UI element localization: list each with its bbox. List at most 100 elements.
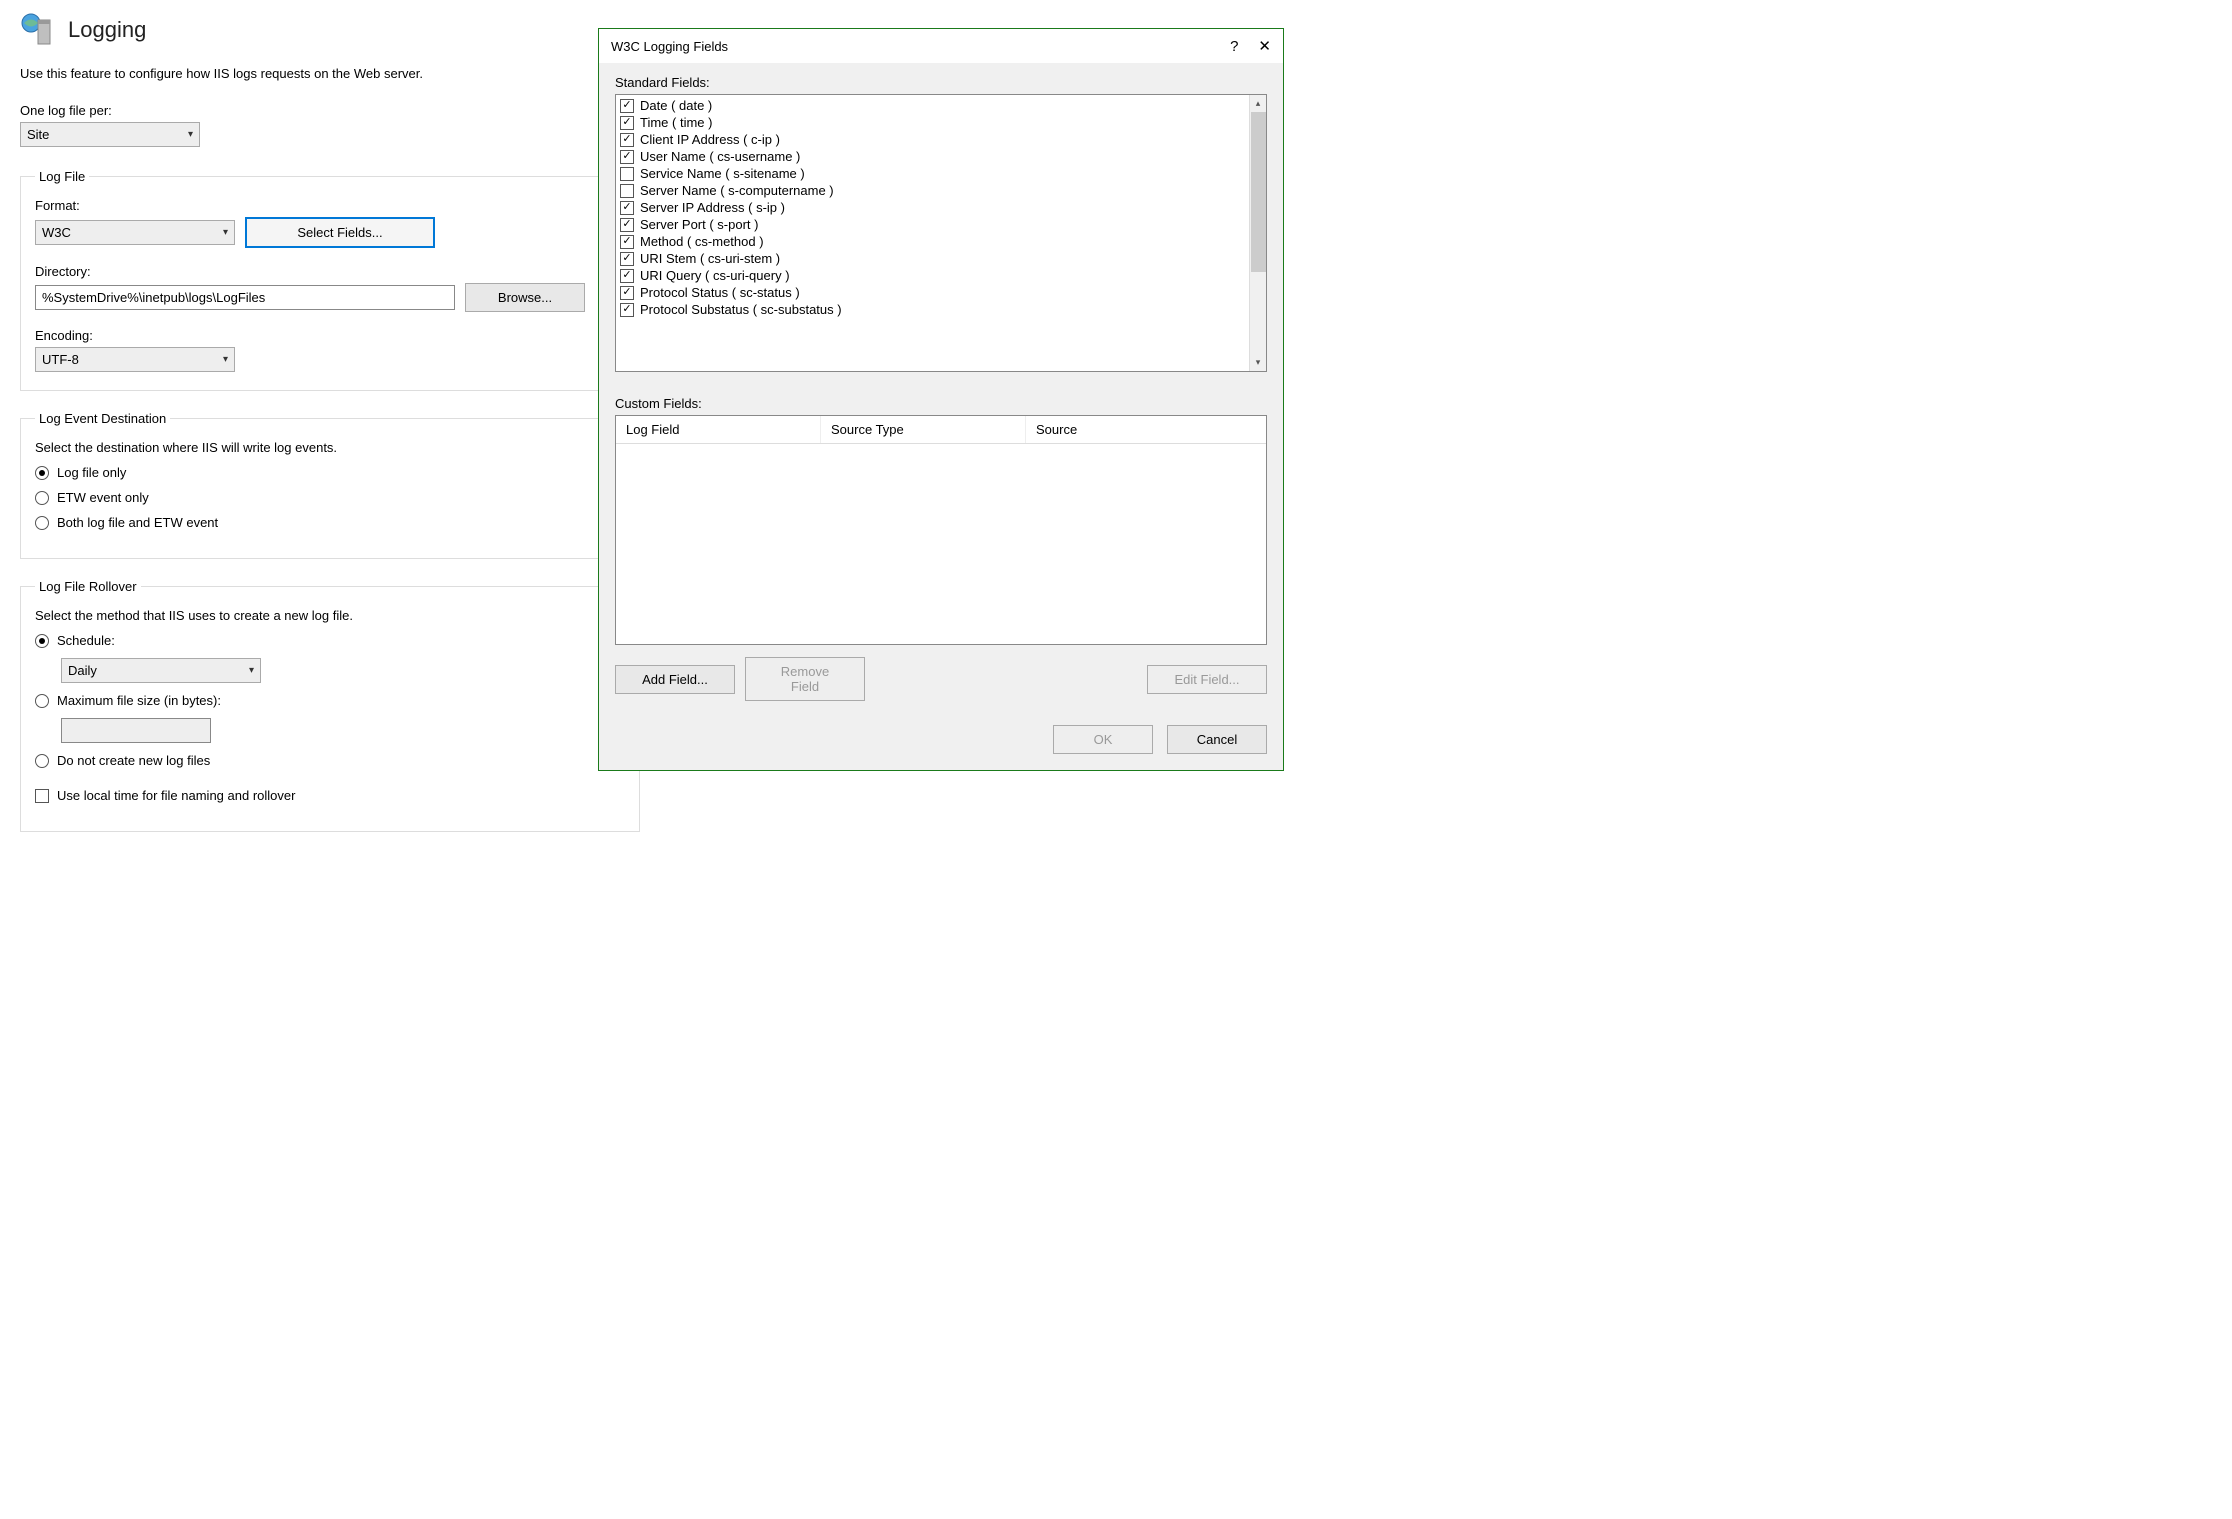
column-source[interactable]: Source bbox=[1026, 416, 1266, 443]
close-button[interactable]: ✕ bbox=[1258, 37, 1271, 55]
w3c-logging-fields-dialog: W3C Logging Fields ? ✕ Standard Fields: … bbox=[598, 28, 1284, 771]
field-label: URI Stem ( cs-uri-stem ) bbox=[640, 251, 780, 266]
radio-log-file-only-label: Log file only bbox=[57, 465, 126, 480]
field-checkbox[interactable] bbox=[620, 303, 634, 317]
radio-max-size[interactable] bbox=[35, 694, 49, 708]
radio-schedule-label: Schedule: bbox=[57, 633, 115, 648]
log-file-rollover-legend: Log File Rollover bbox=[35, 579, 141, 594]
column-log-field[interactable]: Log Field bbox=[616, 416, 821, 443]
chevron-down-icon: ▾ bbox=[223, 354, 228, 365]
standard-field-row[interactable]: URI Stem ( cs-uri-stem ) bbox=[620, 250, 1262, 267]
field-label: Service Name ( s-sitename ) bbox=[640, 166, 805, 181]
scroll-down-icon[interactable]: ▾ bbox=[1256, 354, 1261, 371]
field-checkbox[interactable] bbox=[620, 116, 634, 130]
standard-field-row[interactable]: Protocol Substatus ( sc-substatus ) bbox=[620, 301, 1262, 318]
format-value: W3C bbox=[42, 225, 71, 240]
page-description: Use this feature to configure how IIS lo… bbox=[20, 66, 640, 81]
field-label: Method ( cs-method ) bbox=[640, 234, 764, 249]
chevron-down-icon: ▾ bbox=[249, 665, 254, 676]
field-label: Server Port ( s-port ) bbox=[640, 217, 758, 232]
field-label: Time ( time ) bbox=[640, 115, 712, 130]
field-label: Protocol Status ( sc-status ) bbox=[640, 285, 800, 300]
directory-label: Directory: bbox=[35, 264, 625, 279]
field-checkbox[interactable] bbox=[620, 286, 634, 300]
field-label: Server IP Address ( s-ip ) bbox=[640, 200, 785, 215]
logging-icon bbox=[20, 12, 56, 48]
field-checkbox[interactable] bbox=[620, 269, 634, 283]
field-checkbox[interactable] bbox=[620, 184, 634, 198]
ok-button[interactable]: OK bbox=[1053, 725, 1153, 754]
custom-fields-label: Custom Fields: bbox=[615, 396, 1267, 411]
field-checkbox[interactable] bbox=[620, 150, 634, 164]
field-checkbox[interactable] bbox=[620, 235, 634, 249]
dialog-title: W3C Logging Fields bbox=[611, 39, 728, 54]
field-checkbox[interactable] bbox=[620, 99, 634, 113]
field-checkbox[interactable] bbox=[620, 252, 634, 266]
radio-max-size-label: Maximum file size (in bytes): bbox=[57, 693, 221, 708]
standard-fields-listbox[interactable]: Date ( date ) Time ( time ) Client IP Addr… bbox=[615, 94, 1267, 372]
checkbox-local-time[interactable] bbox=[35, 789, 49, 803]
one-log-file-per-label: One log file per: bbox=[20, 103, 640, 118]
field-label: Date ( date ) bbox=[640, 98, 712, 113]
encoding-dropdown[interactable]: UTF-8 ▾ bbox=[35, 347, 235, 372]
max-size-input bbox=[61, 718, 211, 743]
log-event-destination-description: Select the destination where IIS will wr… bbox=[35, 440, 625, 455]
custom-fields-listbox[interactable]: Log Field Source Type Source bbox=[615, 415, 1267, 645]
log-file-rollover-fieldset: Log File Rollover Select the method that… bbox=[20, 579, 640, 832]
remove-field-button: Remove Field bbox=[745, 657, 865, 701]
field-label: Server Name ( s-computername ) bbox=[640, 183, 834, 198]
field-checkbox[interactable] bbox=[620, 167, 634, 181]
radio-etw-only[interactable] bbox=[35, 491, 49, 505]
chevron-down-icon: ▾ bbox=[188, 129, 193, 140]
standard-fields-label: Standard Fields: bbox=[615, 75, 1267, 90]
schedule-dropdown[interactable]: Daily ▾ bbox=[61, 658, 261, 683]
select-fields-button[interactable]: Select Fields... bbox=[245, 217, 435, 248]
standard-field-row[interactable]: Date ( date ) bbox=[620, 97, 1262, 114]
field-label: URI Query ( cs-uri-query ) bbox=[640, 268, 790, 283]
log-event-destination-fieldset: Log Event Destination Select the destina… bbox=[20, 411, 640, 559]
format-dropdown[interactable]: W3C ▾ bbox=[35, 220, 235, 245]
radio-both[interactable] bbox=[35, 516, 49, 530]
standard-field-row[interactable]: Service Name ( s-sitename ) bbox=[620, 165, 1262, 182]
log-event-destination-legend: Log Event Destination bbox=[35, 411, 170, 426]
log-file-legend: Log File bbox=[35, 169, 89, 184]
scrollbar[interactable]: ▴ ▾ bbox=[1249, 95, 1266, 371]
one-log-file-per-value: Site bbox=[27, 127, 49, 142]
help-button[interactable]: ? bbox=[1230, 38, 1238, 55]
column-source-type[interactable]: Source Type bbox=[821, 416, 1026, 443]
field-label: Protocol Substatus ( sc-substatus ) bbox=[640, 302, 842, 317]
field-checkbox[interactable] bbox=[620, 201, 634, 215]
radio-no-new-label: Do not create new log files bbox=[57, 753, 210, 768]
add-field-button[interactable]: Add Field... bbox=[615, 665, 735, 694]
standard-field-row[interactable]: Server Name ( s-computername ) bbox=[620, 182, 1262, 199]
field-label: User Name ( cs-username ) bbox=[640, 149, 800, 164]
field-checkbox[interactable] bbox=[620, 218, 634, 232]
scroll-thumb[interactable] bbox=[1251, 112, 1266, 272]
radio-etw-only-label: ETW event only bbox=[57, 490, 149, 505]
radio-schedule[interactable] bbox=[35, 634, 49, 648]
scroll-up-icon[interactable]: ▴ bbox=[1256, 95, 1261, 112]
log-file-fieldset: Log File Format: W3C ▾ Select Fields... … bbox=[20, 169, 640, 391]
format-label: Format: bbox=[35, 198, 625, 213]
one-log-file-per-dropdown[interactable]: Site ▾ bbox=[20, 122, 200, 147]
radio-log-file-only[interactable] bbox=[35, 466, 49, 480]
page-title: Logging bbox=[68, 17, 146, 43]
cancel-button[interactable]: Cancel bbox=[1167, 725, 1267, 754]
standard-field-row[interactable]: Server IP Address ( s-ip ) bbox=[620, 199, 1262, 216]
encoding-value: UTF-8 bbox=[42, 352, 79, 367]
schedule-value: Daily bbox=[68, 663, 97, 678]
standard-field-row[interactable]: Time ( time ) bbox=[620, 114, 1262, 131]
field-label: Client IP Address ( c-ip ) bbox=[640, 132, 780, 147]
standard-field-row[interactable]: Client IP Address ( c-ip ) bbox=[620, 131, 1262, 148]
standard-field-row[interactable]: URI Query ( cs-uri-query ) bbox=[620, 267, 1262, 284]
standard-field-row[interactable]: Server Port ( s-port ) bbox=[620, 216, 1262, 233]
directory-input[interactable] bbox=[35, 285, 455, 310]
standard-field-row[interactable]: User Name ( cs-username ) bbox=[620, 148, 1262, 165]
edit-field-button: Edit Field... bbox=[1147, 665, 1267, 694]
browse-button[interactable]: Browse... bbox=[465, 283, 585, 312]
radio-no-new[interactable] bbox=[35, 754, 49, 768]
standard-field-row[interactable]: Method ( cs-method ) bbox=[620, 233, 1262, 250]
field-checkbox[interactable] bbox=[620, 133, 634, 147]
standard-field-row[interactable]: Protocol Status ( sc-status ) bbox=[620, 284, 1262, 301]
radio-both-label: Both log file and ETW event bbox=[57, 515, 218, 530]
